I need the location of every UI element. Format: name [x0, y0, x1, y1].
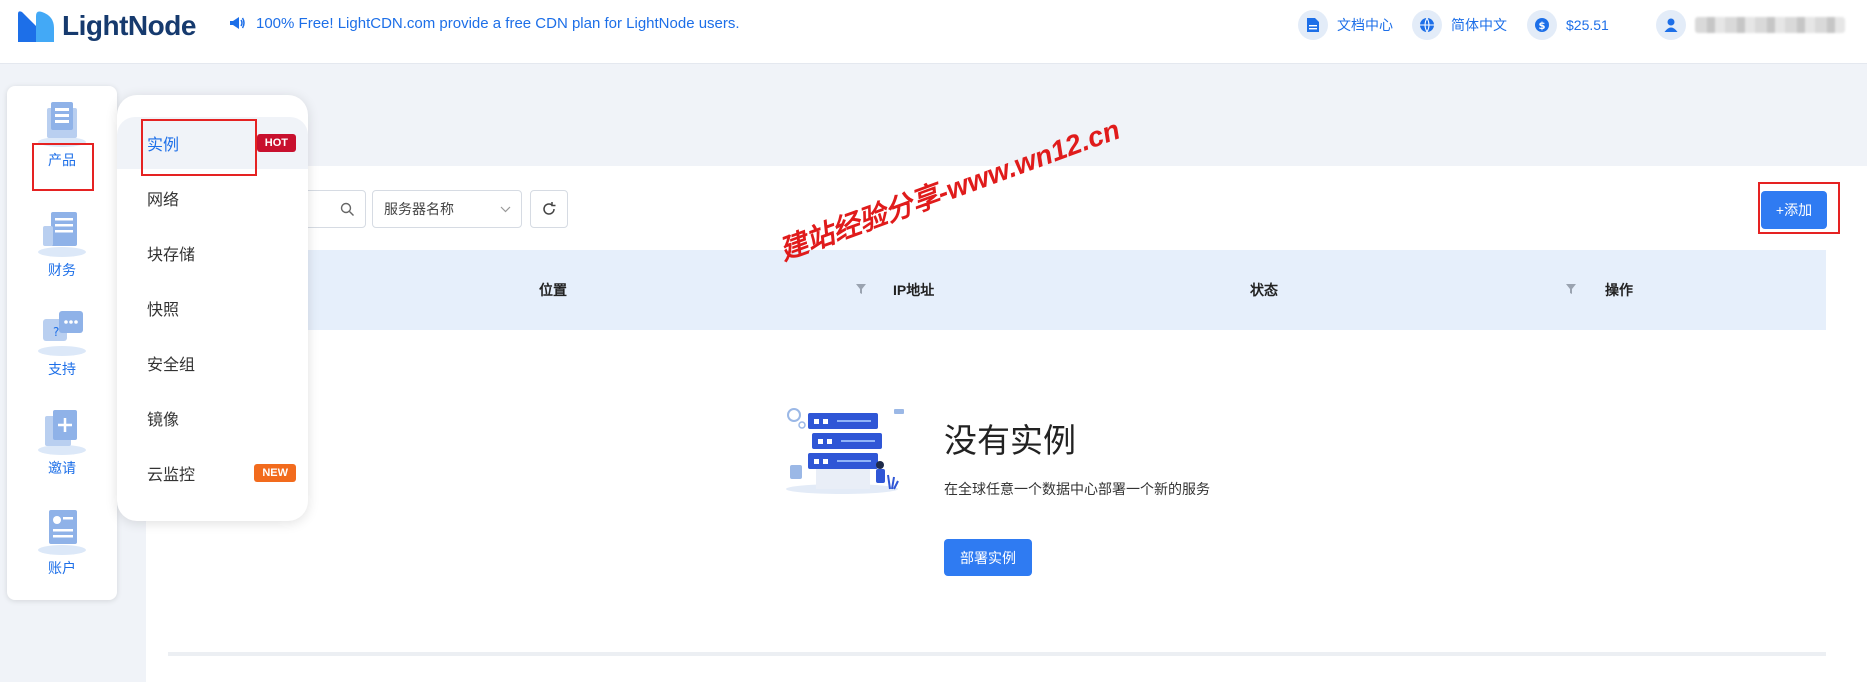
- empty-servers-illustration: [786, 408, 904, 494]
- column-status[interactable]: 状态: [1250, 280, 1278, 300]
- globe-icon: [1412, 10, 1442, 40]
- select-value: 服务器名称: [384, 201, 454, 217]
- lightnode-logo-icon: [18, 11, 54, 43]
- column-actions: 操作: [1605, 282, 1633, 298]
- announcement-bar[interactable]: 100% Free! LightCDN.com provide a free C…: [228, 14, 740, 32]
- submenu-item-image[interactable]: 镜像: [117, 392, 308, 444]
- language-label: 简体中文: [1451, 17, 1507, 33]
- language-switcher[interactable]: 简体中文: [1412, 10, 1507, 40]
- chevron-down-icon: [500, 206, 511, 213]
- finance-icon: [38, 212, 86, 257]
- submenu-label: 快照: [147, 302, 180, 319]
- submenu-item-snapshot[interactable]: 快照: [117, 282, 308, 334]
- brand-name: LightNode: [62, 10, 196, 41]
- rail-item-invite[interactable]: 邀请: [7, 404, 117, 494]
- hot-badge: HOT: [256, 134, 296, 152]
- docs-link[interactable]: 文档中心: [1298, 10, 1393, 40]
- search-field-select[interactable]: 服务器名称: [372, 190, 522, 228]
- filter-icon[interactable]: [1566, 284, 1576, 294]
- balance-value: $25.51: [1566, 17, 1609, 33]
- filter-icon[interactable]: [856, 284, 866, 294]
- top-header: LightNode 100% Free! LightCDN.com provid…: [0, 0, 1867, 64]
- submenu-item-network[interactable]: 网络: [117, 172, 308, 224]
- submenu-item-security-group[interactable]: 安全组: [117, 337, 308, 389]
- server-stack-icon: [38, 102, 86, 147]
- balance-display[interactable]: $ $25.51: [1527, 10, 1609, 40]
- rail-item-support[interactable]: ? 支持: [7, 305, 117, 395]
- announcement-text: 100% Free! LightCDN.com provide a free C…: [256, 14, 740, 32]
- highlight-box-add: [1758, 182, 1840, 234]
- submenu-label: 镜像: [147, 412, 180, 429]
- highlight-box-instances: [141, 119, 257, 176]
- submenu-label: 云监控: [147, 467, 196, 484]
- highlight-box-products: [32, 143, 94, 191]
- submenu-label: 块存储: [147, 247, 196, 264]
- table-header: 位置 IP地址 状态 操作: [168, 250, 1826, 330]
- invite-icon: [38, 410, 86, 455]
- rail-label-invite: 邀请: [48, 460, 76, 476]
- deploy-instance-button[interactable]: 部署实例: [944, 539, 1032, 576]
- support-chat-icon: ?: [38, 311, 86, 356]
- refresh-button[interactable]: [530, 190, 568, 228]
- rail-item-account[interactable]: 账户: [7, 504, 117, 594]
- docs-label: 文档中心: [1337, 17, 1393, 33]
- rail-item-finance[interactable]: 财务: [7, 206, 117, 296]
- submenu-label: 安全组: [147, 357, 196, 374]
- account-icon: [38, 510, 86, 555]
- submenu-item-block-storage[interactable]: 块存储: [117, 227, 308, 279]
- column-ip-address[interactable]: IP地址: [893, 280, 934, 300]
- svg-text:$: $: [1539, 21, 1546, 32]
- empty-state-description: 在全球任意一个数据中心部署一个新的服务: [944, 481, 1210, 497]
- megaphone-icon: [230, 17, 245, 29]
- submenu-label: 网络: [147, 192, 180, 209]
- user-avatar-icon: [1656, 10, 1686, 40]
- user-menu[interactable]: [1656, 10, 1845, 40]
- username-redacted: [1695, 17, 1845, 33]
- dollar-coin-icon: $: [1527, 10, 1557, 40]
- document-icon: [1298, 10, 1328, 40]
- refresh-icon: [543, 202, 556, 215]
- brand-logo[interactable]: LightNode: [16, 8, 196, 44]
- empty-state-title: 没有实例: [944, 422, 1076, 459]
- submenu-item-cloud-monitor[interactable]: 云监控 NEW: [117, 447, 308, 499]
- rail-label-finance: 财务: [48, 262, 76, 278]
- search-icon: [340, 202, 354, 216]
- column-location[interactable]: 位置: [539, 280, 567, 300]
- rail-label-support: 支持: [48, 361, 76, 377]
- new-badge: NEW: [254, 464, 296, 482]
- svg-text:?: ?: [53, 325, 59, 339]
- rail-label-account: 账户: [48, 560, 76, 576]
